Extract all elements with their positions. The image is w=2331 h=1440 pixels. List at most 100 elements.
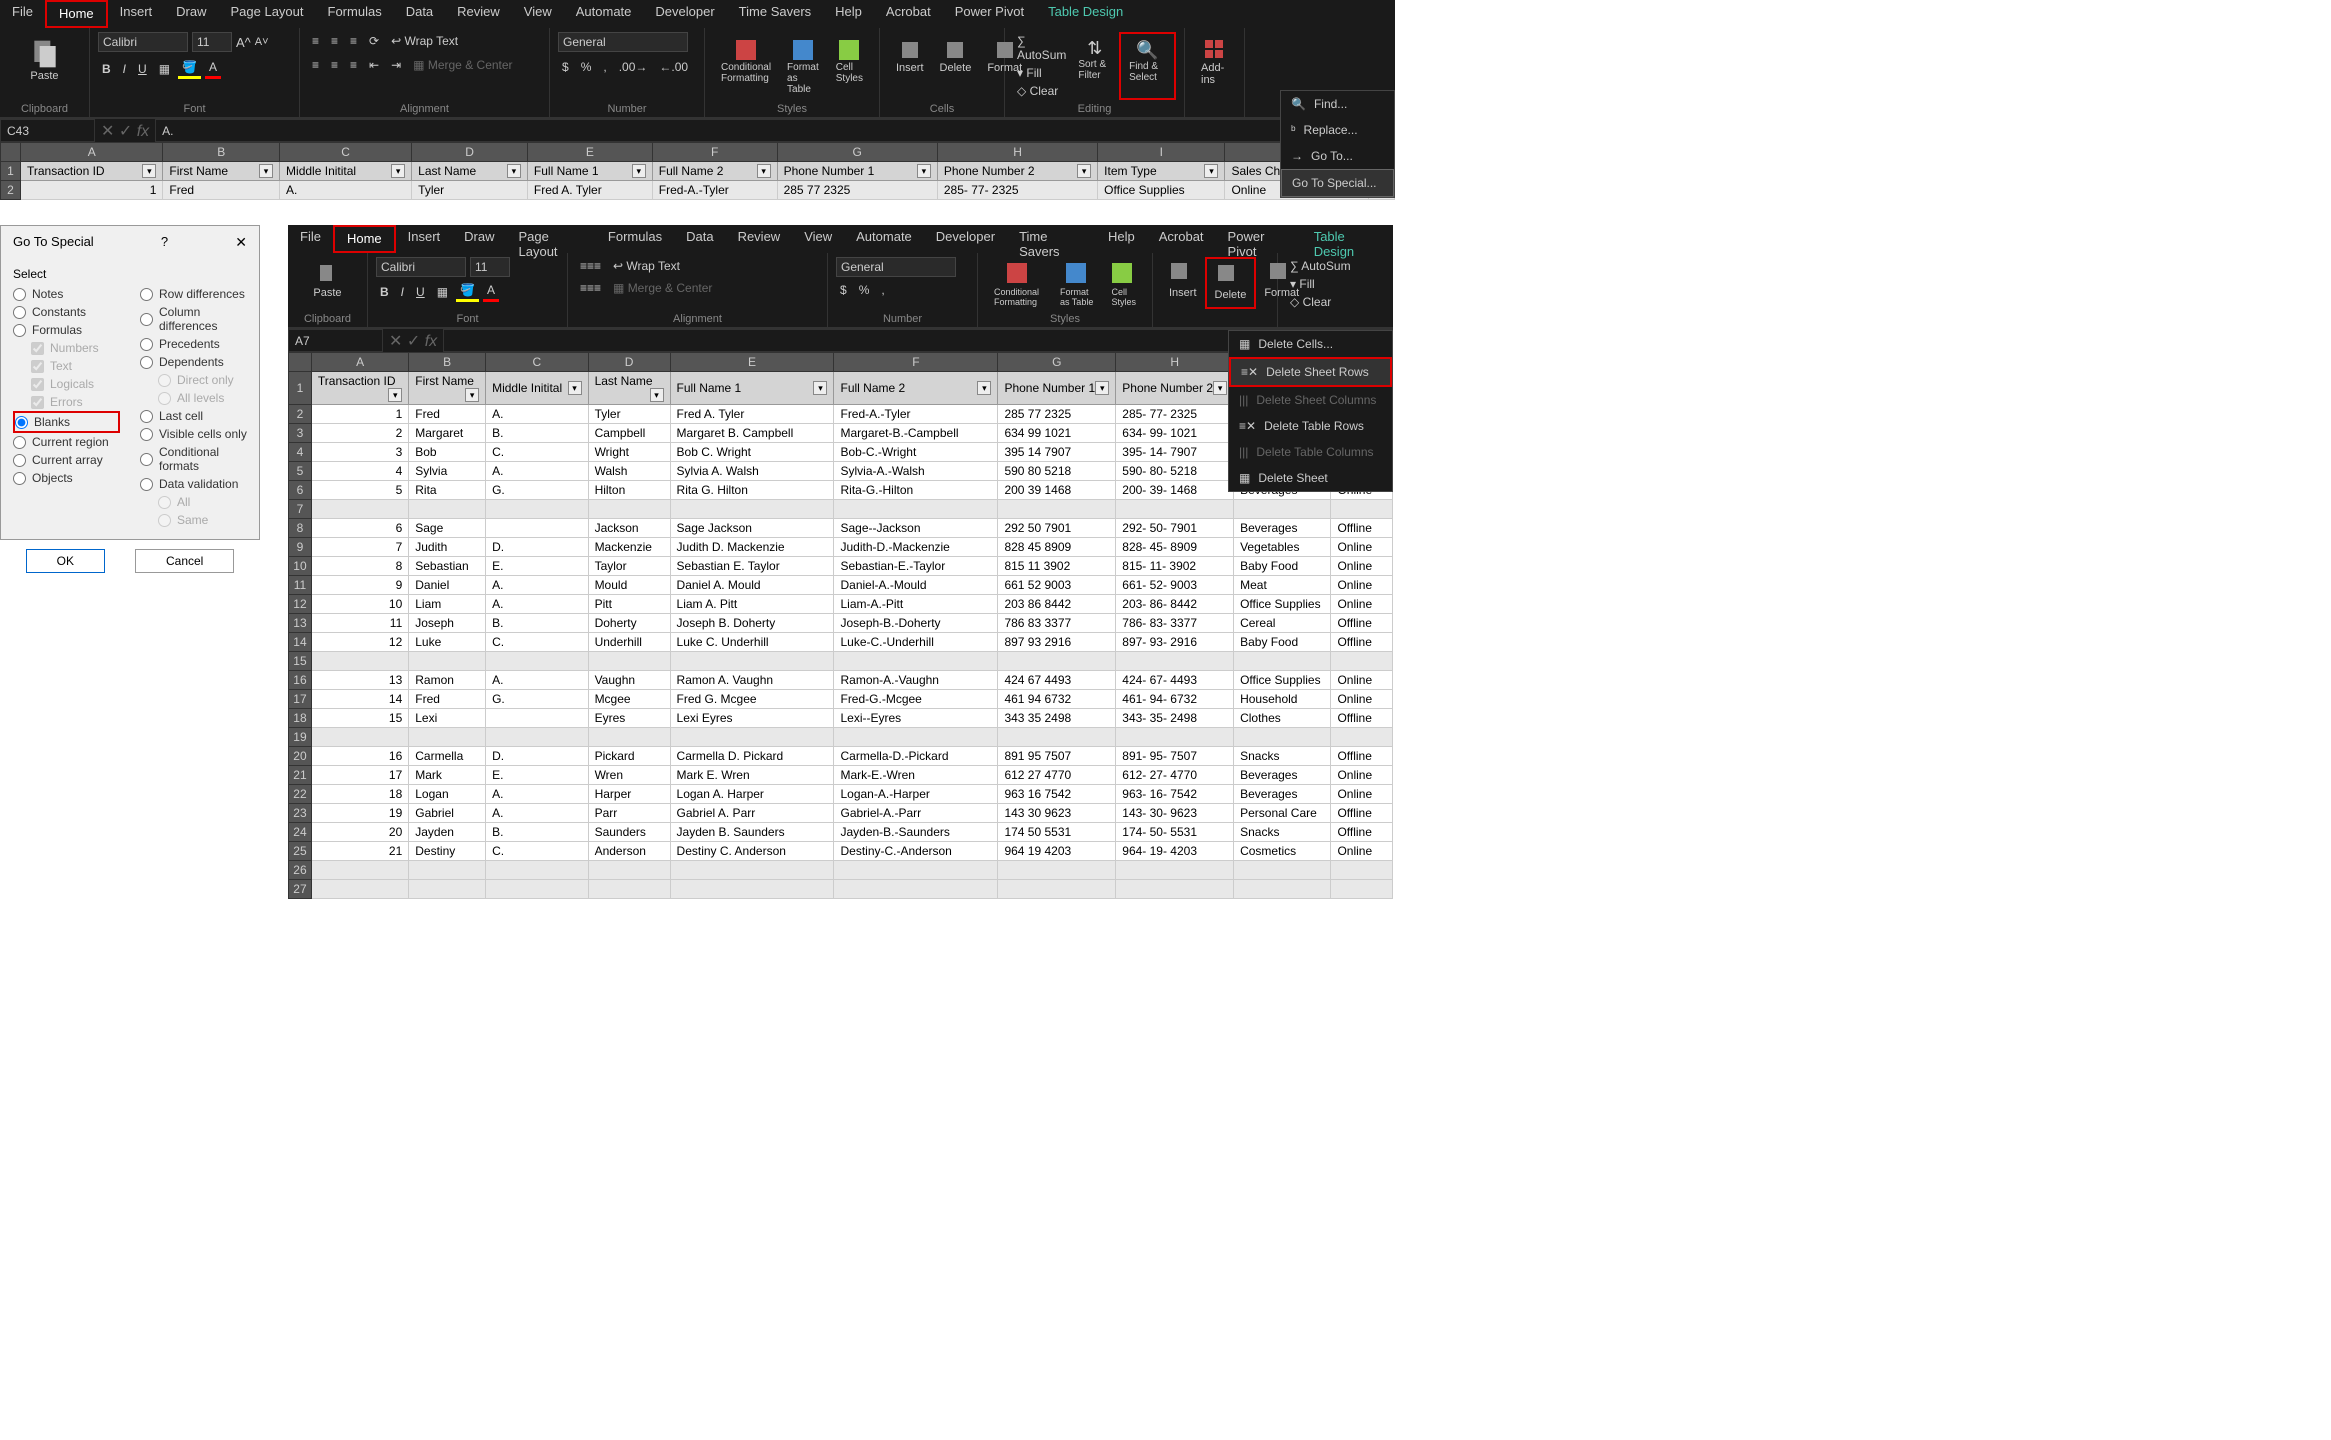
cell[interactable]: Meat	[1234, 576, 1331, 595]
cell[interactable]	[1234, 500, 1331, 519]
cell[interactable]: Offline	[1331, 614, 1393, 633]
col-d[interactable]: D	[588, 353, 670, 372]
header-cell[interactable]: Full Name 2▾	[652, 162, 777, 181]
italic-button[interactable]: I	[397, 283, 408, 301]
cell[interactable]: Fred A. Tyler	[527, 181, 652, 200]
cell[interactable]: Offline	[1331, 747, 1393, 766]
menu-time-savers[interactable]: Time Savers	[1007, 225, 1096, 253]
number-format-select[interactable]	[836, 257, 956, 277]
cell[interactable]: Logan	[409, 785, 486, 804]
col-c[interactable]: C	[486, 353, 588, 372]
align-icon[interactable]: ≡≡≡	[576, 257, 605, 275]
cell[interactable]: 612- 27- 4770	[1116, 766, 1234, 785]
cell[interactable]: 15	[311, 709, 408, 728]
header-cell[interactable]: Phone Number 1▾	[777, 162, 937, 181]
cell[interactable]	[588, 500, 670, 519]
cell[interactable]: Doherty	[588, 614, 670, 633]
cell[interactable]: Margaret-B.-Campbell	[834, 424, 998, 443]
filter-icon[interactable]: ▾	[391, 164, 405, 178]
cell[interactable]: Eyres	[588, 709, 670, 728]
radio-constants[interactable]: Constants	[13, 303, 120, 321]
cell[interactable]: 343- 35- 2498	[1116, 709, 1234, 728]
cell[interactable]: Cereal	[1234, 614, 1331, 633]
cell[interactable]: 9	[311, 576, 408, 595]
cell[interactable]: Carmella-D.-Pickard	[834, 747, 998, 766]
cell[interactable]: Jackson	[588, 519, 670, 538]
header-cell[interactable]: Middle Initital▾	[280, 162, 412, 181]
radio-precedents[interactable]: Precedents	[140, 335, 247, 353]
dropdown-replace[interactable]: ᵇReplace...	[1281, 117, 1394, 143]
header-cell[interactable]: Full Name 1▾	[527, 162, 652, 181]
menu-acrobat[interactable]: Acrobat	[874, 0, 943, 28]
menu-help[interactable]: Help	[823, 0, 874, 28]
cell[interactable]: Beverages	[1234, 785, 1331, 804]
row-1-header[interactable]: 1	[1, 162, 21, 181]
cell[interactable]	[409, 728, 486, 747]
col-d[interactable]: D	[412, 143, 528, 162]
cell[interactable]: Vegetables	[1234, 538, 1331, 557]
row-header[interactable]: 21	[289, 766, 312, 785]
cell[interactable]: 6	[311, 519, 408, 538]
cell[interactable]: B.	[486, 823, 588, 842]
cell[interactable]	[1116, 880, 1234, 899]
menu-review[interactable]: Review	[445, 0, 512, 28]
cell[interactable]: Destiny	[409, 842, 486, 861]
cell[interactable]	[998, 652, 1116, 671]
cell[interactable]: 590- 80- 5218	[1116, 462, 1234, 481]
select-all-corner[interactable]	[1, 143, 21, 162]
cell[interactable]	[486, 652, 588, 671]
row-header[interactable]: 6	[289, 481, 312, 500]
name-box-bottom[interactable]	[288, 329, 383, 352]
radio-notes[interactable]: Notes	[13, 285, 120, 303]
cell[interactable]: 786- 83- 3377	[1116, 614, 1234, 633]
cell[interactable]: Rita	[409, 481, 486, 500]
row-header[interactable]: 27	[289, 880, 312, 899]
cell[interactable]: Sylvia A. Walsh	[670, 462, 834, 481]
align-top-icon[interactable]: ≡	[308, 32, 323, 50]
menu-data[interactable]: Data	[674, 225, 725, 253]
cell[interactable]: Online	[1331, 595, 1393, 614]
align-right-icon[interactable]: ≡	[346, 56, 361, 74]
cell[interactable]	[409, 880, 486, 899]
wrap-text-button[interactable]: ↩ Wrap Text	[387, 32, 462, 50]
menu-data[interactable]: Data	[394, 0, 445, 28]
font-name-select[interactable]	[98, 32, 188, 52]
cell[interactable]: Daniel	[409, 576, 486, 595]
underline-button[interactable]: U	[412, 283, 429, 301]
col-h[interactable]: H	[937, 143, 1097, 162]
cell[interactable]	[998, 861, 1116, 880]
filter-icon[interactable]: ▾	[1077, 164, 1091, 178]
cell[interactable]: Household	[1234, 690, 1331, 709]
font-size-select[interactable]	[192, 32, 232, 52]
cell[interactable]: 200 39 1468	[998, 481, 1116, 500]
cell[interactable]: Destiny-C.-Anderson	[834, 842, 998, 861]
header-cell[interactable]: Phone Number 2▾	[937, 162, 1097, 181]
cell[interactable]: 203 86 8442	[998, 595, 1116, 614]
cell[interactable]: A.	[486, 576, 588, 595]
menu-time-savers[interactable]: Time Savers	[727, 0, 823, 28]
cell[interactable]: 18	[311, 785, 408, 804]
cell[interactable]: 634 99 1021	[998, 424, 1116, 443]
cell[interactable]	[670, 728, 834, 747]
cell[interactable]: A.	[486, 462, 588, 481]
cell[interactable]: 2	[311, 424, 408, 443]
cell[interactable]	[486, 709, 588, 728]
filter-icon[interactable]: ▾	[388, 388, 402, 402]
cell[interactable]	[486, 728, 588, 747]
cell[interactable]: C.	[486, 842, 588, 861]
decrease-indent-icon[interactable]: ⇤	[365, 56, 383, 74]
cell[interactable]: 343 35 2498	[998, 709, 1116, 728]
filter-icon[interactable]: ▾	[757, 164, 771, 178]
cell[interactable]: 828- 45- 8909	[1116, 538, 1234, 557]
cell[interactable]	[834, 652, 998, 671]
filter-icon[interactable]: ▾	[507, 164, 521, 178]
cell[interactable]: Office Supplies	[1098, 181, 1225, 200]
cell[interactable]	[834, 880, 998, 899]
cell[interactable]: Luke-C.-Underhill	[834, 633, 998, 652]
cell[interactable]: Online	[1331, 557, 1393, 576]
radio-cond-formats[interactable]: Conditional formats	[140, 443, 247, 475]
cell[interactable]: Taylor	[588, 557, 670, 576]
row-header[interactable]: 26	[289, 861, 312, 880]
cell[interactable]: 200- 39- 1468	[1116, 481, 1234, 500]
cell[interactable]: Online	[1331, 690, 1393, 709]
